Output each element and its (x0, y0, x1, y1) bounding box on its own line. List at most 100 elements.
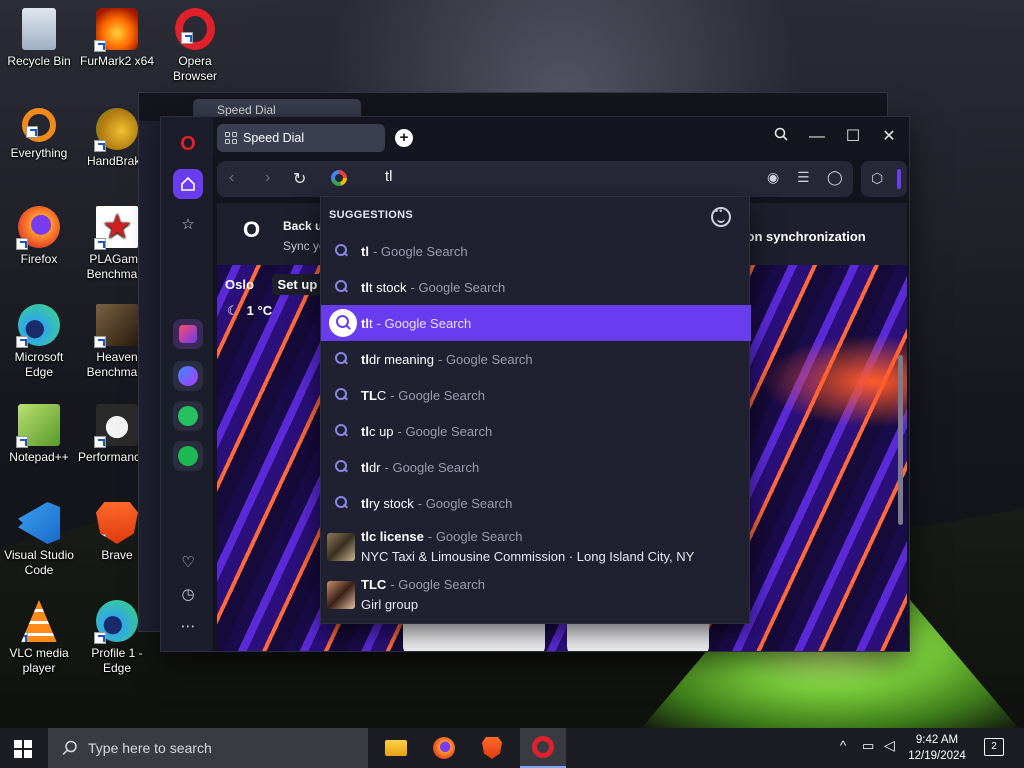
suggestion-match: tl (361, 423, 369, 439)
desktop-icon-label: Firefox (20, 252, 58, 266)
firefox-taskbar-icon[interactable] (424, 734, 464, 762)
forward-arrow-icon[interactable]: › (265, 169, 270, 187)
rich-title-text: TLC (361, 577, 387, 592)
history-clock-icon[interactable]: ◷ (173, 579, 203, 609)
more-dots-icon[interactable]: ⋯ (173, 611, 203, 641)
taskbar-search-placeholder: Type here to search (88, 740, 212, 756)
edge-icon (16, 304, 60, 348)
suggestion-item[interactable]: tl c up - Google Search (321, 413, 751, 449)
desktop-icon-label: Visual Studio Code (4, 548, 74, 577)
emoji-icon[interactable] (711, 206, 731, 227)
desktop-icon-notepadpp[interactable]: Notepad++ (0, 404, 78, 465)
desktop-icon-label: Everything (10, 146, 68, 160)
opera-sidebar: O ☆ ♡ ◷ ⋯ (161, 117, 213, 651)
moon-icon: ☾ (227, 303, 239, 318)
weather-widget[interactable]: Oslo Set up (225, 274, 324, 295)
search-icon (335, 424, 347, 436)
desktop-icon-label: VLC media player (9, 646, 69, 675)
desktop-icon-label: Notepad++ (9, 450, 69, 464)
search-icon (335, 244, 347, 256)
notification-center-icon[interactable]: 2 (984, 738, 1004, 756)
messenger-icon[interactable] (173, 361, 203, 391)
rich-suggestion-title: TLC - Google Search (361, 577, 485, 592)
spotify-icon[interactable] (173, 441, 203, 471)
desktop-icon-edge[interactable]: Microsoft Edge (0, 304, 78, 380)
reload-icon[interactable]: ↻ (293, 169, 306, 189)
bookmarks-star-icon[interactable]: ☆ (173, 209, 203, 239)
desktop-icon-label: Recycle Bin (7, 54, 71, 68)
tab-label: Speed Dial (243, 131, 305, 145)
suggestion-item[interactable]: TL C - Google Search (321, 377, 751, 413)
new-tab-button[interactable]: + (395, 129, 413, 147)
weather-city: Oslo (225, 277, 254, 292)
back-arrow-icon[interactable]: ‹ (229, 169, 234, 187)
google-icon (331, 170, 347, 186)
desktop-icon-opera[interactable]: Opera Browser (156, 8, 234, 84)
profile-icon[interactable]: ◯ (827, 169, 843, 186)
desktop-icon-firefox[interactable]: Firefox (0, 206, 78, 267)
suggestion-rest: t stock (368, 279, 407, 295)
suggestion-item[interactable]: tl ry stock - Google Search (321, 485, 751, 521)
heart-icon[interactable]: ♡ (173, 547, 203, 577)
opera-taskbar-button[interactable] (520, 728, 566, 768)
chevron-up-icon[interactable]: ^ (840, 738, 846, 753)
easy-setup-icon[interactable]: ☰ (797, 169, 810, 186)
address-bar[interactable]: ‹ › ↻ tl ◉ ☰ ◯ (217, 161, 853, 197)
speed-dial-grid-icon (225, 132, 237, 144)
address-input[interactable]: tl (385, 168, 393, 185)
clock-time: 9:42 AM (915, 734, 959, 746)
suggestion-item-selected[interactable]: tl t - Google Search (321, 305, 751, 341)
furmark-icon (94, 8, 138, 52)
desktop-icon-recycle-bin[interactable]: Recycle Bin (0, 8, 78, 69)
taskbar-clock[interactable]: 9:42 AM 12/19/2024 (906, 732, 968, 764)
windows-start-icon[interactable] (14, 740, 32, 758)
camera-icon[interactable]: ◉ (767, 169, 779, 186)
suggestion-match: tl (361, 315, 369, 331)
suggestion-item[interactable]: tl t stock - Google Search (321, 269, 751, 305)
search-icon (62, 740, 77, 756)
desktop-icon-vscode[interactable]: Visual Studio Code (0, 502, 78, 578)
search-icon (329, 309, 357, 337)
handbrake-icon (94, 108, 138, 152)
opera-icon (175, 8, 215, 50)
performancetest-icon (94, 404, 138, 448)
aria-icon[interactable] (173, 319, 203, 349)
opera-menu-icon[interactable]: O (173, 129, 203, 159)
content-scrollbar[interactable] (898, 355, 903, 525)
extensions-cube-icon[interactable]: ⬡ (871, 170, 883, 187)
everything-icon (22, 108, 56, 142)
desktop-icon-vlc[interactable]: VLC media player (0, 600, 78, 676)
rich-suggestion-title: tlc license - Google Search (361, 529, 523, 544)
suggestion-thumbnail (327, 581, 355, 609)
brave-taskbar-icon[interactable] (472, 734, 512, 762)
sync-turn-on-link[interactable]: n on synchronization (735, 229, 866, 244)
suggestion-item[interactable]: tl dr - Google Search (321, 449, 751, 485)
suggestion-item[interactable]: tl - Google Search (321, 233, 751, 269)
sync-title: Back u (283, 219, 323, 233)
desktop-icon-furmark[interactable]: FurMark2 x64 (78, 8, 156, 69)
network-icon[interactable]: ▭ (862, 738, 874, 754)
rich-suggestion-item[interactable]: TLC - Google Search Girl group (321, 571, 751, 619)
file-explorer-icon[interactable] (376, 734, 416, 762)
desktop-icon-label: Microsoft Edge (14, 350, 64, 379)
speed-dial-tile[interactable] (403, 622, 545, 651)
suggestion-item[interactable]: tl dr meaning - Google Search (321, 341, 751, 377)
rich-suggestion-item[interactable]: tlc license - Google Search NYC Taxi & Li… (321, 523, 751, 571)
desktop-icon-everything[interactable]: Everything (0, 108, 78, 161)
volume-muted-icon[interactable]: ◁ (884, 737, 895, 754)
close-icon[interactable]: ✕ (875, 125, 903, 149)
weather-setup-button[interactable]: Set up (271, 274, 324, 295)
home-icon[interactable] (173, 169, 203, 199)
minimize-icon[interactable]: — (803, 125, 831, 149)
desktop-icon-label: Brave (101, 548, 133, 562)
extensions-area[interactable]: ⬡ (861, 161, 907, 197)
whatsapp-icon[interactable] (173, 401, 203, 431)
taskbar-search-box[interactable]: Type here to search (48, 728, 368, 768)
suggestion-suffix: - Google Search (372, 243, 468, 259)
speed-dial-tile[interactable] (567, 622, 709, 651)
rich-title-text: tlc license (361, 529, 424, 544)
maximize-icon[interactable]: ☐ (839, 125, 867, 149)
tab-speed-dial[interactable]: Speed Dial (217, 124, 385, 152)
search-tabs-icon[interactable] (767, 125, 795, 149)
suggestion-rest: C (376, 387, 387, 403)
